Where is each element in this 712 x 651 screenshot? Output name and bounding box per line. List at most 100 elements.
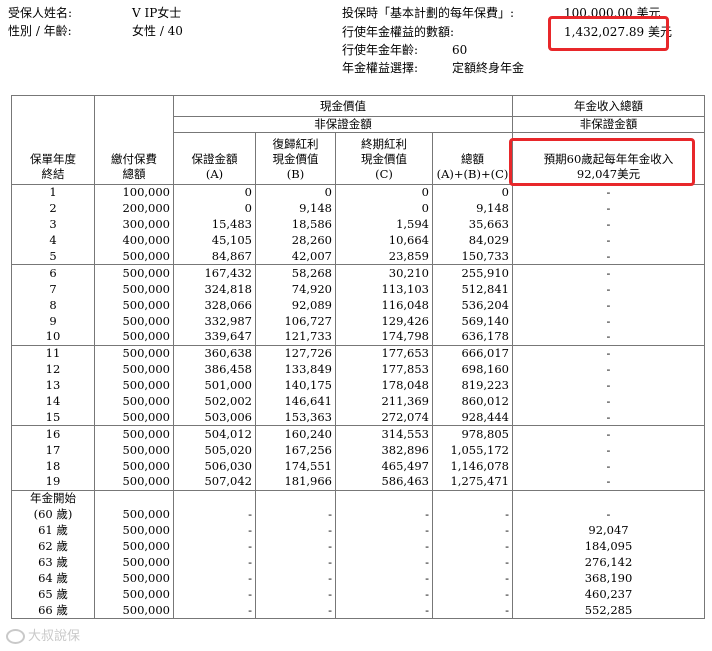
row-reversionary: - [255, 570, 336, 587]
row-terminal: - [335, 506, 433, 523]
annuity-option-value: 定額終身年金 [452, 61, 525, 75]
table-row: 13 500,000 501,000 140,175 178,048 819,223- [11, 377, 705, 394]
row-year: 5 [11, 248, 95, 265]
row-year: 年金開始 [11, 489, 95, 507]
row-premium: 500,000 [94, 602, 174, 620]
row-annuity: 368,190 [512, 570, 705, 587]
row-premium: 300,000 [94, 216, 174, 233]
table-row: 66 歲 500,000- - - -552,285 [11, 602, 705, 620]
row-terminal: 0 [335, 183, 433, 201]
annuity-option-label: 年金權益選擇: [342, 61, 419, 75]
row-guaranteed: 45,105 [173, 232, 256, 249]
row-guaranteed: - [173, 554, 256, 571]
row-terminal: 0 [335, 200, 433, 217]
row-total: 255,910 [432, 264, 513, 282]
row-annuity: 460,237 [512, 586, 705, 603]
row-reversionary: 133,849 [255, 361, 336, 378]
table-row: 4 400,000 45,105 28,260 10,664 84,029- [11, 232, 705, 249]
row-total: 978,805 [432, 425, 513, 443]
row-reversionary: - [255, 538, 336, 555]
table-row: 18 500,000 506,030 174,551 465,497 1,146,078- [11, 458, 705, 475]
row-terminal: 30,210 [335, 264, 433, 282]
row-annuity: - [512, 297, 705, 314]
row-annuity: - [512, 200, 705, 217]
header-terminal-bonus: 終期紅利 現金價值 (C) [335, 132, 433, 185]
row-total: - [432, 570, 513, 587]
header-non-guaranteed: 非保證金額 [173, 116, 513, 133]
row-premium: 500,000 [94, 425, 174, 443]
gender-age-label: 性別 / 年齡: [8, 24, 72, 38]
row-year: 8 [11, 297, 95, 314]
row-annuity: - [512, 216, 705, 233]
table-row: 3 300,000 15,483 18,586 1,594 35,663- [11, 216, 705, 233]
header-total: 總額 (A)+(B)+(C) [432, 132, 513, 185]
row-reversionary: - [255, 506, 336, 523]
row-total: - [432, 538, 513, 555]
row-reversionary: 106,727 [255, 313, 336, 330]
row-reversionary: - [255, 554, 336, 571]
row-annuity: 552,285 [512, 602, 705, 620]
table-row: 64 歲 500,000- - - -368,190 [11, 570, 705, 587]
row-total: 536,204 [432, 297, 513, 314]
row-terminal: - [335, 602, 433, 620]
row-total: 1,146,078 [432, 458, 513, 475]
row-premium: 500,000 [94, 313, 174, 330]
row-premium: 500,000 [94, 297, 174, 314]
table-row: 61 歲 500,000- - - -92,047 [11, 522, 705, 539]
watermark-text: 大叔說保 [28, 629, 81, 644]
row-terminal: 177,653 [335, 344, 433, 362]
row-year: 62 歲 [11, 538, 95, 555]
row-reversionary: 9,148 [255, 200, 336, 217]
row-premium: 500,000 [94, 393, 174, 410]
row-guaranteed: 502,002 [173, 393, 256, 410]
row-reversionary: - [255, 586, 336, 603]
table-row: 14 500,000 502,002 146,641 211,369 860,012- [11, 393, 705, 410]
row-terminal: 211,369 [335, 393, 433, 410]
row-year: 1 [11, 183, 95, 201]
table-row: 62 歲 500,000- - - -184,095 [11, 538, 705, 555]
table-row: 6 500,000 167,432 58,268 30,210 255,910- [11, 264, 705, 282]
row-guaranteed: 332,987 [173, 313, 256, 330]
row-year: (60 歲) [11, 506, 95, 523]
row-reversionary: 181,966 [255, 474, 336, 491]
header-premium-total: 繳付保費 總額 [94, 95, 174, 185]
row-guaranteed: 506,030 [173, 458, 256, 475]
row-year: 3 [11, 216, 95, 233]
row-annuity: - [512, 377, 705, 394]
row-premium: 500,000 [94, 570, 174, 587]
row-guaranteed: - [173, 586, 256, 603]
row-annuity: 276,142 [512, 554, 705, 571]
row-annuity [512, 489, 705, 507]
row-premium: 500,000 [94, 409, 174, 426]
row-guaranteed: 501,000 [173, 377, 256, 394]
row-guaranteed: 15,483 [173, 216, 256, 233]
row-guaranteed: 505,020 [173, 442, 256, 459]
row-year: 16 [11, 425, 95, 443]
table-row: 1 100,000 0 0 0 0- [11, 183, 705, 201]
row-guaranteed [173, 489, 256, 507]
row-terminal: 174,798 [335, 329, 433, 346]
row-terminal: 382,896 [335, 442, 433, 459]
row-reversionary: - [255, 602, 336, 620]
row-guaranteed: 339,647 [173, 329, 256, 346]
row-reversionary: - [255, 522, 336, 539]
row-total: 512,841 [432, 281, 513, 298]
row-annuity: - [512, 264, 705, 282]
row-annuity: - [512, 474, 705, 491]
row-premium: 500,000 [94, 344, 174, 362]
row-reversionary: 92,089 [255, 297, 336, 314]
row-annuity: - [512, 329, 705, 346]
row-total: 1,055,172 [432, 442, 513, 459]
row-premium: 200,000 [94, 200, 174, 217]
row-premium: 500,000 [94, 377, 174, 394]
table-row: 12 500,000 386,458 133,849 177,853 698,160- [11, 361, 705, 378]
row-terminal: 178,048 [335, 377, 433, 394]
row-guaranteed: 328,066 [173, 297, 256, 314]
row-terminal: 10,664 [335, 232, 433, 249]
row-terminal: 129,426 [335, 313, 433, 330]
row-premium: 100,000 [94, 183, 174, 201]
row-total: 0 [432, 183, 513, 201]
row-premium: 500,000 [94, 458, 174, 475]
row-total: 1,275,471 [432, 474, 513, 491]
row-terminal: 23,859 [335, 248, 433, 265]
